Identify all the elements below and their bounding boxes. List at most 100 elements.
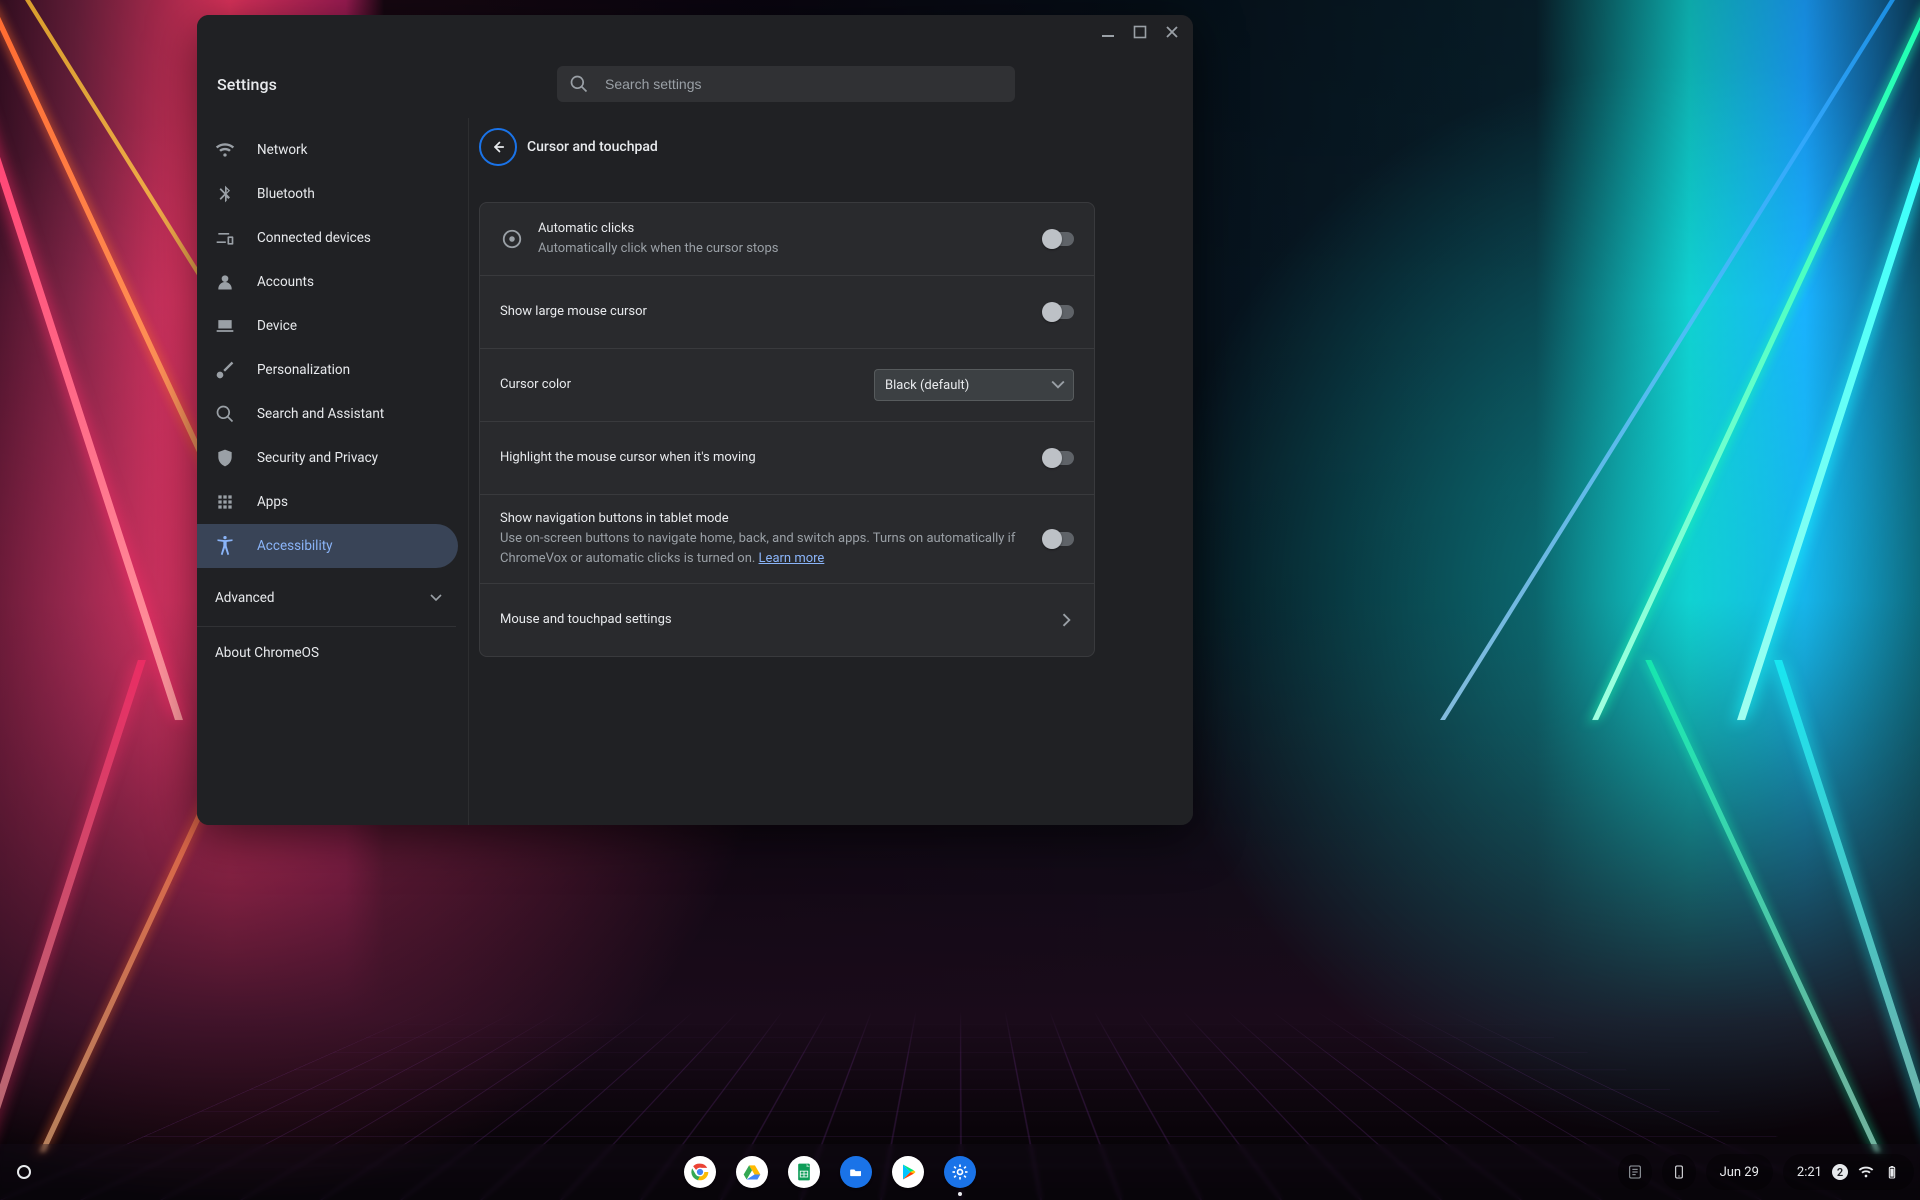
sidebar-advanced-toggle[interactable]: Advanced: [197, 574, 468, 622]
sidebar-item-network[interactable]: Network: [197, 128, 458, 172]
window-close-button[interactable]: [1157, 17, 1187, 47]
search-icon: [215, 404, 235, 424]
sidebar-item-accounts[interactable]: Accounts: [197, 260, 458, 304]
apps-icon: [215, 492, 235, 512]
shelf-app-settings[interactable]: [944, 1156, 976, 1188]
tote-button[interactable]: [1618, 1154, 1652, 1190]
wifi-icon: [215, 140, 235, 160]
status-time: 2:21: [1797, 1165, 1822, 1180]
tote-icon: [1627, 1164, 1643, 1180]
row-title: Highlight the mouse cursor when it's mov…: [500, 448, 1030, 468]
sidebar-item-label: Device: [257, 318, 297, 334]
sidebar-item-accessibility[interactable]: Accessibility: [197, 524, 458, 568]
page-back-button[interactable]: [479, 128, 517, 166]
search-settings-input[interactable]: [603, 75, 1003, 93]
sidebar-item-label: Accessibility: [257, 538, 333, 554]
shelf-status-area: Jun 29 2:21 2: [1618, 1154, 1914, 1190]
minimize-icon: [1101, 25, 1115, 39]
row-title: Show navigation buttons in tablet mode: [500, 509, 1030, 529]
row-title: Cursor color: [500, 375, 860, 395]
sheets-icon: [794, 1162, 814, 1182]
settings-window: Settings Network Bluetooth: [197, 15, 1193, 825]
phone-hub-button[interactable]: [1662, 1154, 1696, 1190]
toggle-large-cursor[interactable]: [1044, 305, 1074, 319]
brush-icon: [215, 360, 235, 380]
chevron-down-icon: [430, 592, 442, 604]
window-maximize-button[interactable]: [1125, 17, 1155, 47]
launcher-button[interactable]: [6, 1154, 42, 1190]
shelf-app-drive[interactable]: [736, 1156, 768, 1188]
row-title: Automatic clicks: [538, 219, 1030, 239]
row-nav-buttons-tablet: Show navigation buttons in tablet mode U…: [480, 494, 1094, 583]
status-date: Jun 29: [1720, 1165, 1759, 1180]
shelf-app-chrome[interactable]: [684, 1156, 716, 1188]
row-large-cursor: Show large mouse cursor: [480, 275, 1094, 348]
shelf-app-files[interactable]: [840, 1156, 872, 1188]
target-icon: [500, 228, 524, 250]
person-icon: [215, 272, 235, 292]
sidebar-item-label: Bluetooth: [257, 186, 315, 202]
calendar-button[interactable]: Jun 29: [1706, 1154, 1773, 1190]
sidebar-item-label: Connected devices: [257, 230, 371, 246]
shelf-app-play[interactable]: [892, 1156, 924, 1188]
files-icon: [846, 1162, 866, 1182]
devices-icon: [215, 228, 235, 248]
settings-card: Automatic clicks Automatically click whe…: [479, 202, 1095, 657]
notification-badge: 2: [1832, 1164, 1848, 1180]
sidebar-item-label: Apps: [257, 494, 288, 510]
launcher-icon: [17, 1165, 31, 1179]
sidebar-about-label: About ChromeOS: [215, 645, 319, 661]
sidebar-item-apps[interactable]: Apps: [197, 480, 458, 524]
settings-main: Cursor and touchpad Automatic clicks Aut…: [469, 118, 1193, 825]
accessibility-icon: [215, 536, 235, 556]
sidebar-item-label: Accounts: [257, 274, 314, 290]
sidebar-item-device[interactable]: Device: [197, 304, 458, 348]
window-minimize-button[interactable]: [1093, 17, 1123, 47]
phone-icon: [1671, 1164, 1687, 1180]
maximize-icon: [1133, 25, 1147, 39]
row-mouse-touchpad-settings[interactable]: Mouse and touchpad settings: [480, 583, 1094, 656]
wifi-icon: [1858, 1164, 1874, 1180]
sidebar-item-label: Security and Privacy: [257, 450, 378, 466]
chevron-down-icon: [1051, 378, 1065, 392]
search-icon: [569, 74, 589, 94]
row-cursor-color: Cursor color Black (default): [480, 348, 1094, 421]
toggle-nav-buttons-tablet[interactable]: [1044, 532, 1074, 546]
toggle-automatic-clicks[interactable]: [1044, 232, 1074, 246]
close-icon: [1165, 25, 1179, 39]
play-icon: [898, 1162, 918, 1182]
row-subtitle: Use on-screen buttons to navigate home, …: [500, 529, 1030, 569]
sidebar-divider: [197, 626, 456, 627]
row-subtitle: Automatically click when the cursor stop…: [538, 239, 1030, 259]
dropdown-value: Black (default): [885, 378, 1043, 393]
status-tray-button[interactable]: 2:21 2: [1783, 1154, 1914, 1190]
chrome-icon: [690, 1162, 710, 1182]
page-title: Cursor and touchpad: [527, 139, 658, 155]
shelf: Jun 29 2:21 2: [0, 1144, 1920, 1200]
sidebar-item-personalization[interactable]: Personalization: [197, 348, 458, 392]
row-title: Mouse and touchpad settings: [500, 610, 1046, 630]
gear-icon: [950, 1162, 970, 1182]
search-settings-field[interactable]: [557, 66, 1015, 102]
sidebar-item-bluetooth[interactable]: Bluetooth: [197, 172, 458, 216]
chevron-right-icon: [1060, 613, 1074, 627]
arrow-back-icon: [489, 138, 507, 156]
sidebar-item-connected-devices[interactable]: Connected devices: [197, 216, 458, 260]
battery-icon: [1884, 1164, 1900, 1180]
sidebar-item-security-privacy[interactable]: Security and Privacy: [197, 436, 458, 480]
toggle-highlight-cursor[interactable]: [1044, 451, 1074, 465]
shelf-app-row: [684, 1156, 976, 1188]
dropdown-cursor-color[interactable]: Black (default): [874, 369, 1074, 401]
shelf-app-sheets[interactable]: [788, 1156, 820, 1188]
row-automatic-clicks: Automatic clicks Automatically click whe…: [480, 203, 1094, 275]
laptop-icon: [215, 316, 235, 336]
sidebar-item-label: Personalization: [257, 362, 350, 378]
drive-icon: [742, 1162, 762, 1182]
app-title: Settings: [215, 75, 557, 94]
row-title: Show large mouse cursor: [500, 302, 1030, 322]
shield-icon: [215, 448, 235, 468]
window-titlebar[interactable]: [197, 15, 1193, 51]
sidebar-item-search-assistant[interactable]: Search and Assistant: [197, 392, 458, 436]
learn-more-link[interactable]: Learn more: [759, 551, 825, 566]
sidebar-item-about[interactable]: About ChromeOS: [197, 631, 468, 675]
